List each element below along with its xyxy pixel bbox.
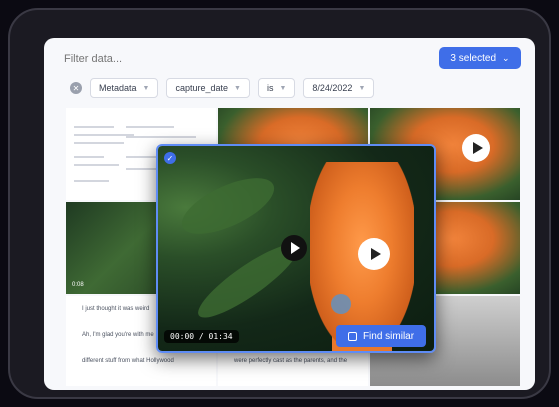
chevron-down-icon: ▼ bbox=[279, 84, 287, 92]
play-icon[interactable] bbox=[462, 134, 490, 162]
chevron-down-icon: ▼ bbox=[234, 84, 241, 92]
filter-chip-value[interactable]: 8/24/2022 ▼ bbox=[303, 78, 375, 98]
filter-chip-label: capture_date bbox=[175, 83, 229, 93]
play-icon[interactable] bbox=[281, 235, 307, 261]
check-icon[interactable]: ✓ bbox=[164, 152, 176, 164]
close-icon[interactable]: ✕ bbox=[70, 82, 82, 94]
annotation-marker bbox=[331, 294, 351, 314]
similarity-icon bbox=[347, 331, 357, 341]
transcript-line: Ah, I'm glad you're with me bbox=[82, 332, 154, 338]
chevron-down-icon: ▼ bbox=[142, 84, 150, 92]
filter-chip-operator[interactable]: is ▼ bbox=[257, 78, 296, 98]
play-icon[interactable] bbox=[358, 238, 390, 270]
selected-video-preview[interactable]: ✓ 00:00 / 01:34 Find similar bbox=[156, 144, 436, 353]
find-similar-label: Find similar bbox=[362, 330, 415, 342]
filter-chip-metadata[interactable]: Metadata ▼ bbox=[90, 78, 159, 98]
chevron-down-icon: ▼ bbox=[358, 84, 366, 92]
top-bar: 3 selected ⌄ bbox=[44, 38, 535, 74]
device-frame: 3 selected ⌄ ✕ Metadata ▼ capture_date ▼… bbox=[8, 8, 551, 399]
filter-chip-label: is bbox=[266, 83, 274, 93]
transcript-line: were perfectly cast as the parents, and … bbox=[234, 358, 348, 364]
search-input[interactable] bbox=[62, 48, 304, 70]
video-timecode: 00:00 / 01:34 bbox=[164, 330, 239, 343]
filter-chip-label: 8/24/2022 bbox=[312, 83, 353, 93]
filter-chip-field[interactable]: capture_date ▼ bbox=[166, 78, 250, 98]
transcript-line: different stuff from what Hollywood bbox=[82, 358, 174, 364]
transcript-line: I just thought it was weird bbox=[82, 306, 150, 312]
filter-row: ✕ Metadata ▼ capture_date ▼ is ▼ 8/24/20… bbox=[70, 78, 375, 98]
find-similar-button[interactable]: Find similar bbox=[336, 325, 426, 347]
selection-dropdown-button[interactable]: 3 selected ⌄ bbox=[439, 47, 521, 69]
selected-count-label: 3 selected bbox=[450, 52, 497, 64]
chevron-down-icon: ⌄ bbox=[502, 52, 510, 63]
filter-chip-label: Metadata bbox=[99, 83, 137, 93]
thumbnail-duration: 0:08 bbox=[72, 282, 84, 288]
